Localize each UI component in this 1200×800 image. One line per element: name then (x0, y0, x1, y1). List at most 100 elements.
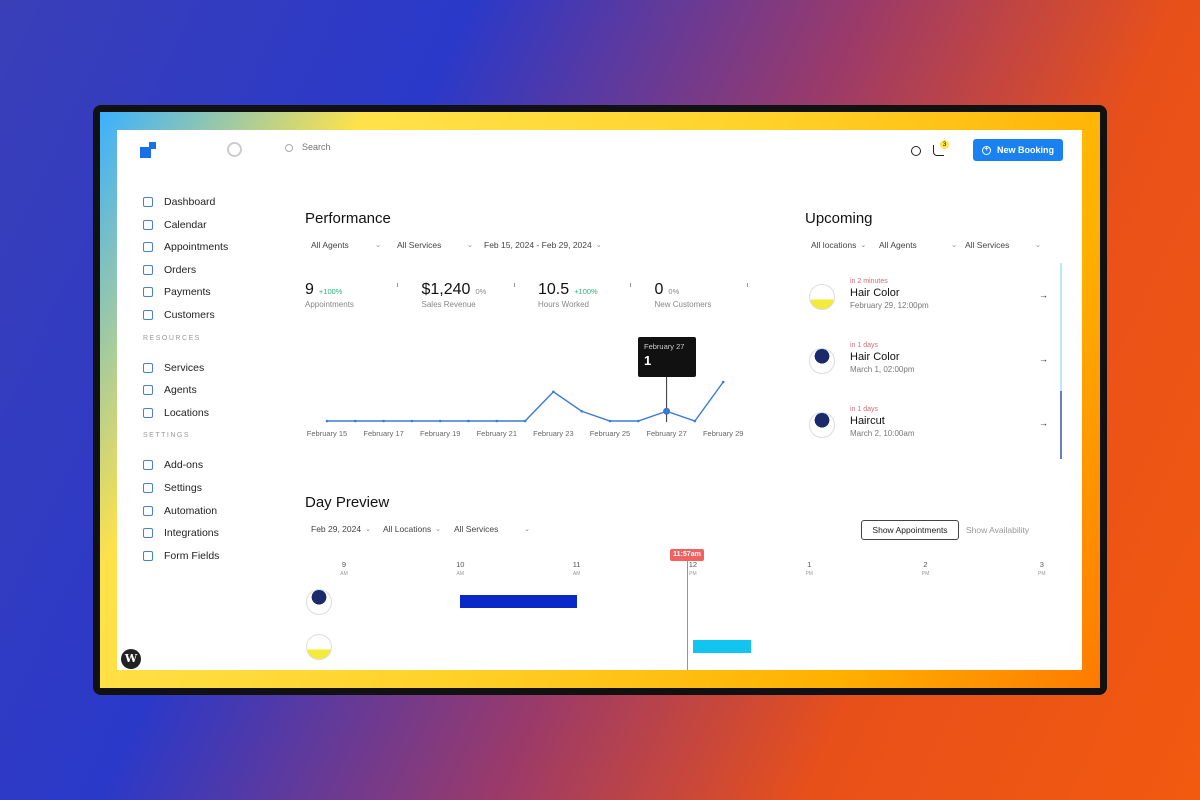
data-point (523, 419, 527, 423)
sidebar-item-customers[interactable]: Customers (143, 309, 215, 321)
services-icon (143, 362, 153, 373)
upcoming-scrollbar[interactable] (1060, 263, 1062, 459)
x-tick-label: February 21 (476, 429, 518, 438)
sidebar-item-add-ons[interactable]: Add-ons (143, 459, 203, 471)
sidebar-item-label: Orders (164, 263, 197, 276)
data-point (721, 380, 725, 384)
booking-block[interactable] (460, 595, 577, 608)
form-fields-icon (143, 550, 153, 561)
hour-label: 1 PM (805, 560, 813, 577)
data-point (382, 419, 385, 423)
locations-filter[interactable]: All locations ⌄ (811, 240, 866, 250)
resources-heading: RESOURCES (143, 334, 201, 342)
sidebar-item-label: Calendar (164, 218, 207, 231)
day-preview-title: Day Preview (305, 494, 390, 511)
hour-label: 3 PM (1038, 560, 1046, 577)
arrow-right-icon: → (1039, 418, 1048, 428)
appointments-icon (143, 242, 153, 253)
settings-heading: SETTINGS (143, 432, 191, 440)
data-point (552, 390, 555, 394)
hour-label: 11 AM (572, 560, 581, 577)
integrations-icon (143, 528, 153, 539)
booking-block[interactable] (692, 640, 752, 653)
data-point (467, 419, 470, 423)
data-point (637, 419, 640, 423)
sidebar-item-dashboard[interactable]: Dashboard (143, 196, 215, 208)
sidebar-item-label: Form Fields (164, 549, 220, 562)
data-point (438, 419, 442, 423)
kpi-card: 10.5 +100% Hours Worked (538, 281, 598, 309)
sidebar-item-locations[interactable]: Locations (143, 407, 209, 419)
info-icon[interactable] (513, 283, 515, 287)
day-locations-filter[interactable]: All Locations ⌄ (383, 524, 441, 534)
data-point (693, 419, 697, 423)
sidebar-item-calendar[interactable]: Calendar (143, 219, 207, 231)
info-icon[interactable] (397, 283, 398, 287)
day-services-filter[interactable]: All Services ⌄ (454, 524, 530, 534)
settings-icon (143, 483, 153, 493)
show-appointments-button[interactable]: Show Appointments (861, 520, 959, 540)
current-time-badge: 11:57am (670, 549, 704, 561)
sidebar-item-form-fields[interactable]: Form Fields (143, 550, 219, 562)
sidebar-item-agents[interactable]: Agents (143, 384, 197, 396)
series-line (327, 381, 724, 422)
data-point (325, 419, 329, 423)
kpi-card: 0 0% New Customers (654, 281, 712, 309)
data-point (663, 407, 671, 415)
agent-avatar (306, 634, 332, 660)
sidebar-item-services[interactable]: Services (143, 362, 204, 374)
dashboard-icon (143, 197, 153, 207)
wordpress-icon[interactable]: W (121, 649, 141, 669)
upcoming-services-filter[interactable]: All Services ⌄ (965, 240, 1041, 250)
sidebar-item-label: Agents (164, 384, 197, 397)
sidebar-item-integrations[interactable]: Integrations (143, 527, 219, 539)
sidebar-item-label: Settings (164, 482, 202, 494)
sidebar-item-appointments[interactable]: Appointments (143, 241, 228, 253)
hour-label: 9 AM (340, 560, 348, 577)
data-point (580, 409, 583, 413)
sidebar-item-label: Automation (164, 504, 218, 517)
add-ons-icon (143, 460, 153, 471)
sidebar-item-label: Add-ons (164, 459, 204, 472)
sidebar-item-label: Integrations (164, 527, 219, 540)
hour-label: 12 PM (688, 560, 698, 577)
sidebar-item-orders[interactable]: Orders (143, 264, 196, 276)
arrow-right-icon: → (1039, 290, 1048, 300)
orders-icon (143, 264, 153, 275)
sidebar-item-label: Locations (164, 406, 209, 419)
kpi-card: $1,240 0% Sales Revenue (421, 281, 487, 309)
arrow-right-icon: → (1039, 354, 1048, 364)
hour-label: 10 AM (456, 560, 465, 577)
sidebar-item-automation[interactable]: Automation (143, 505, 217, 517)
sidebar-item-label: Payments (164, 286, 211, 299)
sidebar-item-payments[interactable]: Payments (143, 286, 211, 298)
sidebar-item-label: Customers (164, 309, 215, 321)
customer-avatar (809, 412, 835, 438)
upcoming-title: Upcoming (805, 210, 873, 227)
customer-avatar (809, 348, 835, 374)
sidebar-item-label: Services (164, 361, 205, 374)
customer-avatar (809, 284, 835, 310)
hour-label: 2 PM (921, 560, 930, 577)
sidebar-item-label: Dashboard (164, 196, 216, 208)
x-tick-label: February 19 (419, 429, 461, 438)
customers-icon (143, 310, 153, 320)
info-icon[interactable] (746, 283, 748, 287)
kpi-card: 9 +100% Appointments (305, 281, 354, 309)
agents-icon (143, 385, 153, 396)
show-availability-button[interactable]: Show Availability (966, 525, 1029, 535)
data-point (608, 419, 612, 423)
sidebar-item-settings[interactable]: Settings (143, 482, 202, 494)
upcoming-item[interactable]: in 1 days Haircut March 2, 10:00am → (807, 406, 1052, 470)
upcoming-agents-filter[interactable]: All Agents ⌄ (879, 240, 957, 250)
data-point (495, 419, 499, 423)
upcoming-item[interactable]: in 2 minutes Hair Color February 29, 12:00… (807, 278, 1052, 342)
info-icon[interactable] (630, 283, 631, 287)
x-tick-label: February 27 (646, 429, 687, 438)
locations-icon (143, 407, 153, 418)
data-point (354, 419, 357, 423)
x-tick-label: February 17 (363, 429, 404, 438)
upcoming-item[interactable]: in 1 days Hair Color March 1, 02:00pm → (807, 342, 1052, 406)
day-date-filter[interactable]: Feb 29, 2024 ⌄ (311, 524, 371, 534)
calendar-icon (143, 219, 153, 230)
